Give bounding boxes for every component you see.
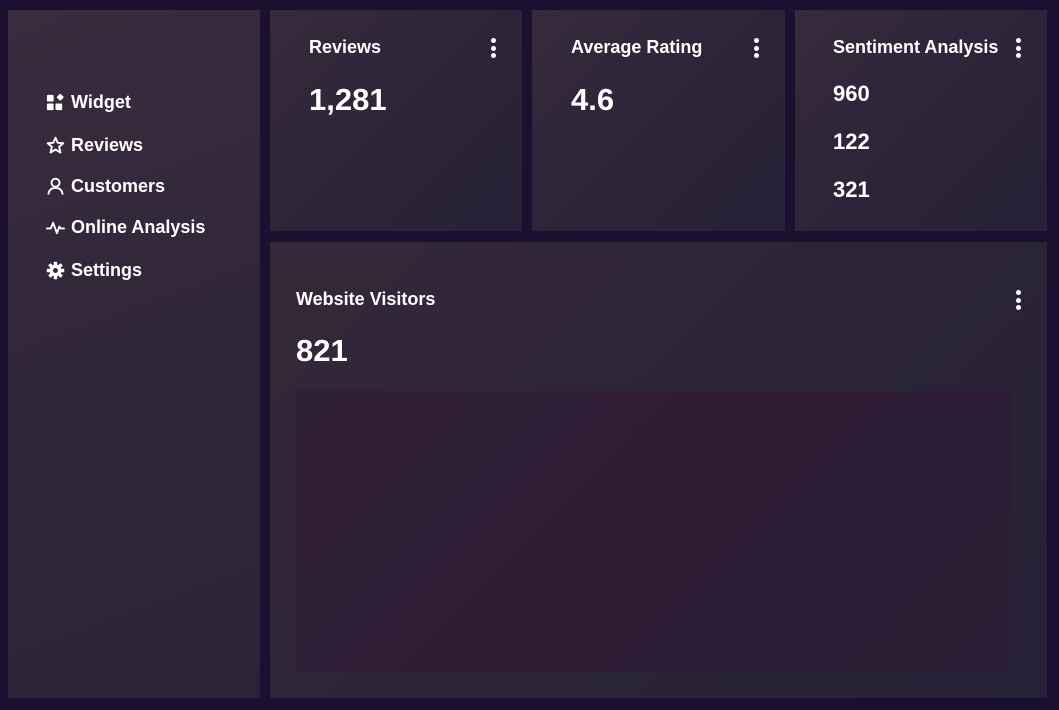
visitors-chart-area	[296, 391, 1010, 672]
more-options-icon[interactable]	[1013, 289, 1023, 311]
card-title: Website Visitors	[296, 289, 436, 309]
sentiment-analysis-card: Sentiment Analysis 960 122 321	[795, 10, 1047, 231]
sidebar-item-settings[interactable]: Settings	[45, 260, 205, 280]
more-options-icon[interactable]	[1013, 37, 1023, 59]
reviews-card: Reviews 1,281	[270, 10, 522, 231]
sidebar-nav: Widget Reviews Customers Online Analysis	[45, 92, 205, 302]
activity-icon	[45, 217, 65, 237]
average-rating-value: 4.6	[571, 82, 615, 117]
star-icon	[45, 135, 65, 155]
user-icon	[45, 176, 65, 196]
widget-icon	[45, 92, 65, 112]
sidebar-item-label: Settings	[71, 259, 143, 280]
gear-icon	[45, 260, 65, 280]
reviews-count: 1,281	[309, 82, 387, 117]
sidebar: Widget Reviews Customers Online Analysis	[8, 10, 260, 698]
more-options-icon[interactable]	[488, 37, 498, 59]
card-title: Average Rating	[571, 37, 703, 57]
card-title: Sentiment Analysis	[833, 37, 999, 57]
sidebar-item-label: Online Analysis	[71, 216, 206, 237]
sidebar-item-label: Customers	[71, 175, 166, 196]
sidebar-item-customers[interactable]: Customers	[45, 176, 205, 196]
visitors-count: 821	[296, 333, 348, 368]
sidebar-item-reviews[interactable]: Reviews	[45, 135, 205, 155]
sidebar-item-label: Widget	[71, 91, 131, 112]
sidebar-item-label: Reviews	[71, 134, 144, 155]
more-options-icon[interactable]	[751, 37, 761, 59]
average-rating-card: Average Rating 4.6	[532, 10, 785, 231]
sentiment-value: 122	[833, 129, 870, 154]
sidebar-item-widget[interactable]: Widget	[45, 92, 205, 112]
sentiment-value: 960	[833, 81, 870, 106]
sentiment-value: 321	[833, 177, 870, 202]
sidebar-item-online-analysis[interactable]: Online Analysis	[45, 217, 205, 237]
card-title: Reviews	[309, 37, 382, 57]
website-visitors-card: Website Visitors 821	[270, 242, 1047, 698]
